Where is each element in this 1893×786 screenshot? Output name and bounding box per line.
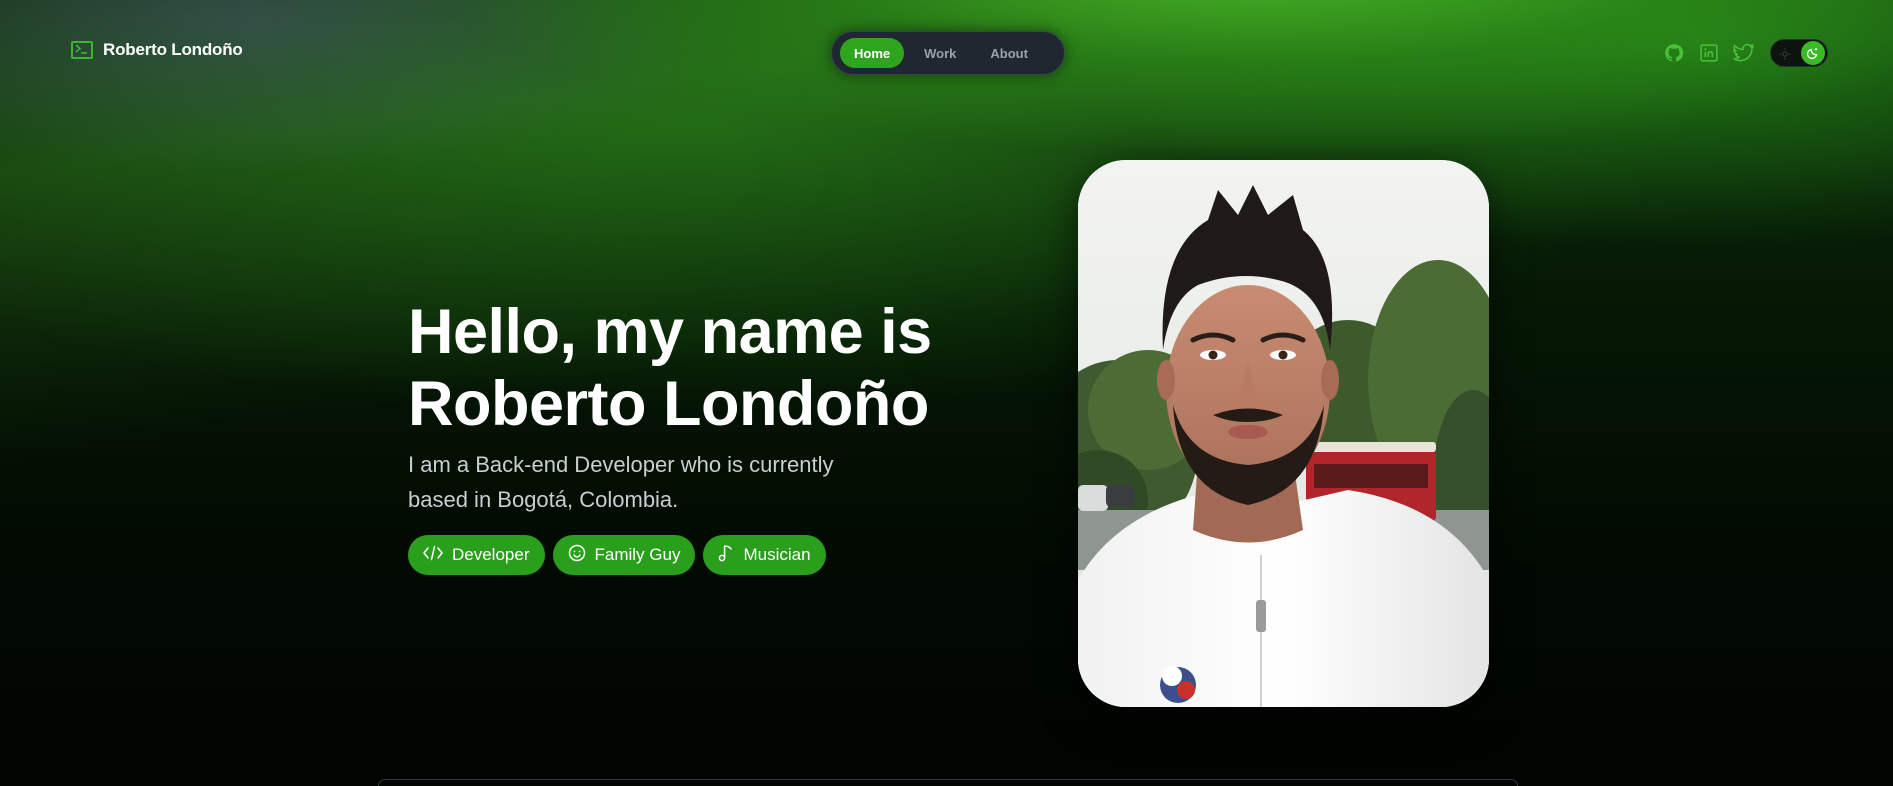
main-nav: Home Work About: [831, 31, 1065, 75]
nav-tab-work[interactable]: Work: [910, 38, 970, 68]
nav-tab-about[interactable]: About: [976, 38, 1042, 68]
moon-icon: [1801, 41, 1825, 65]
profile-photo: [1078, 160, 1489, 707]
brand-logo[interactable]: Roberto Londoño: [71, 40, 243, 60]
smiley-icon: [568, 544, 586, 567]
hero-subtitle-line2: based in Bogotá, Colombia.: [408, 487, 679, 512]
section-divider: [378, 779, 1518, 786]
hero-subtitle-line1: I am a Back-end Developer who is current…: [408, 452, 834, 477]
linkedin-icon[interactable]: [1698, 42, 1720, 64]
hero-chips: Developer Family Guy Musician: [408, 535, 826, 575]
social-links: [1663, 42, 1755, 64]
chip-musician-label: Musician: [743, 545, 811, 564]
hero-title-line2: Roberto Londoño: [408, 369, 929, 439]
hero-title: Hello, my name is Roberto Londoño: [408, 296, 1028, 440]
chip-musician[interactable]: Musician: [703, 535, 826, 575]
chip-developer-label: Developer: [452, 545, 530, 564]
chip-developer[interactable]: Developer: [408, 535, 545, 575]
sun-icon: [1779, 47, 1791, 65]
hero-title-line1: Hello, my name is: [408, 297, 932, 367]
code-icon: [423, 545, 443, 566]
theme-toggle[interactable]: [1770, 39, 1828, 67]
twitter-icon[interactable]: [1733, 42, 1755, 64]
brand-name: Roberto Londoño: [103, 40, 243, 59]
github-icon[interactable]: [1663, 42, 1685, 64]
nav-tab-home[interactable]: Home: [840, 38, 905, 68]
hero-subtitle: I am a Back-end Developer who is current…: [408, 447, 928, 517]
chip-family-guy[interactable]: Family Guy: [552, 535, 696, 575]
chip-family-guy-label: Family Guy: [594, 545, 681, 564]
music-note-icon: [718, 544, 734, 567]
terminal-icon: [71, 41, 93, 59]
